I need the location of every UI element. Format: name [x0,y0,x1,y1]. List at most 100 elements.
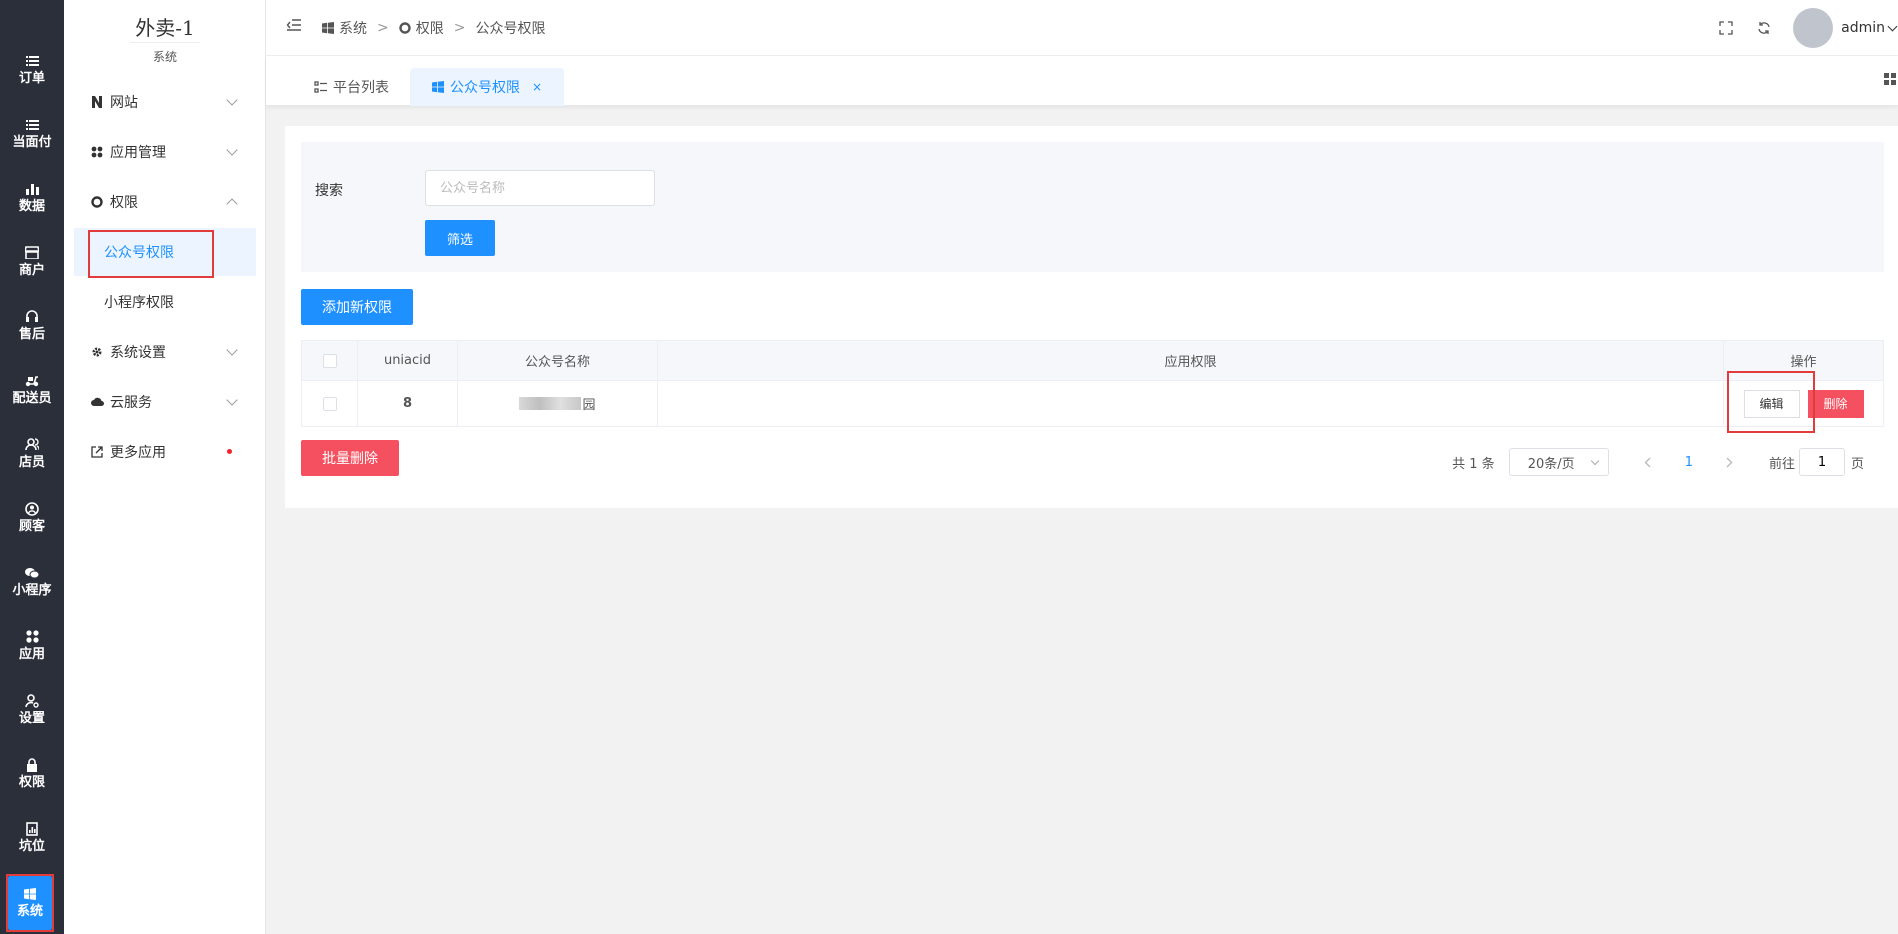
prev-page-icon[interactable] [1641,455,1655,469]
menu-item-official-account-permissions[interactable]: 公众号权限 [74,228,256,278]
menu-item-label: 权限 [110,195,138,211]
tab-official-account-permissions[interactable]: 公众号权限 × [410,68,565,106]
delete-button[interactable]: 删除 [1807,389,1864,418]
menu-item-label: 网站 [110,95,138,111]
breadcrumb-separator: > [453,20,466,36]
menu-item-label: 系统设置 [110,345,166,361]
rail-label: 商户 [18,262,45,278]
name-value: 园 [519,394,596,413]
rail-item-slot[interactable]: 坑位 [0,808,64,868]
chevron-down-icon [1590,456,1599,465]
name-suffix: 园 [582,397,596,413]
breadcrumb-item-system[interactable]: 系统 [322,18,367,38]
page-size-select[interactable]: 20条/页 [1508,448,1609,476]
goto-page-input[interactable] [1798,448,1845,476]
tab-bar: 平台列表 公众号权限 × [266,56,1898,106]
fullscreen-icon[interactable] [1717,19,1735,37]
breadcrumb-item-current: 公众号权限 [475,18,545,38]
page-number-current[interactable]: 1 [1685,455,1693,470]
rail-label: 当面付 [12,134,52,150]
rail-item-orders[interactable]: 订单 [0,40,64,100]
icon-rail: 订单 当面付 数据 商户 售后 配送员 店员 顾客 小程序 应用 设置 权限 坑… [0,0,64,934]
tab-label: 公众号权限 [450,80,520,96]
store-icon [25,246,39,260]
rail-item-customer[interactable]: 顾客 [0,488,64,548]
rail-label: 订单 [18,70,45,86]
page-suffix: 页 [1850,456,1864,472]
uniacid-cell: 8 [357,380,458,427]
list-icon [25,54,39,68]
total-count: 共 1 条 [1452,456,1495,472]
menu-item-label: 云服务 [110,395,152,411]
chevron-down-icon [226,144,238,156]
search-input[interactable] [425,170,655,206]
name-cell: 园 [457,380,658,427]
rail-item-courier[interactable]: 配送员 [0,360,64,420]
row-select-cell [301,380,358,427]
bar-chart-icon [25,182,39,196]
refresh-icon[interactable] [1755,19,1773,37]
menu-collapse-icon[interactable] [286,18,304,36]
select-all-cell [301,340,358,381]
rail-label: 小程序 [12,582,52,598]
tab-label: 平台列表 [333,80,389,96]
rail-label: 坑位 [18,838,45,854]
column-header-uniacid[interactable]: uniacid [357,340,458,381]
user-settings-icon [25,693,39,708]
rail-label: 配送员 [12,390,52,406]
rail-item-miniprogram[interactable]: 小程序 [0,552,64,612]
menu-item-cloud-service[interactable]: 云服务 [74,378,256,426]
select-all-checkbox[interactable] [322,353,337,368]
rail-item-data[interactable]: 数据 [0,168,64,228]
tab-platform-list[interactable]: 平台列表 [292,68,411,106]
menu-item-system-settings[interactable]: 系统设置 [74,328,256,376]
edit-button[interactable]: 编辑 [1743,389,1800,418]
menu-item-permissions[interactable]: 权限 [74,178,256,226]
rail-item-facepay[interactable]: 当面付 [0,104,64,164]
breadcrumb-label: 权限 [415,21,444,37]
add-permission-button[interactable]: 添加新权限 [301,289,413,325]
windows-icon [432,81,444,93]
menu-item-website[interactable]: 网站 [74,78,256,126]
search-panel: 搜索 筛选 [301,142,1884,272]
username[interactable]: admin [1841,20,1885,36]
redacted-block [519,396,582,410]
filter-button[interactable]: 筛选 [425,220,495,256]
rail-label: 店员 [18,454,45,470]
close-icon[interactable]: × [532,80,542,94]
menu-subtitle: 系统 [64,42,266,65]
grid-icon[interactable] [1884,72,1898,86]
batch-delete-button[interactable]: 批量删除 [301,440,399,476]
menu-item-miniprogram-permissions[interactable]: 小程序权限 [74,278,256,326]
avatar[interactable] [1793,8,1834,48]
external-link-icon [90,445,104,459]
rail-label: 数据 [18,198,45,214]
row-checkbox[interactable] [322,396,337,411]
brand-title: 外卖-1 [135,16,195,40]
rail-item-apps[interactable]: 应用 [0,616,64,676]
apps-icon [90,145,104,159]
menu-item-app-management[interactable]: 应用管理 [74,128,256,176]
rail-item-aftersale[interactable]: 售后 [0,296,64,356]
column-header-name[interactable]: 公众号名称 [457,340,658,381]
breadcrumb-label: 系统 [339,21,367,37]
rail-item-system[interactable]: 系统 [6,874,54,932]
table-header-row: uniacid 公众号名称 应用权限 操作 [301,340,1884,381]
n-icon [90,95,104,109]
lock-icon [25,757,39,772]
next-page-icon[interactable] [1723,455,1737,469]
gear-icon [90,345,104,359]
rail-item-permissions[interactable]: 权限 [0,744,64,804]
menu-item-more-apps[interactable]: 更多应用 [74,428,256,476]
chevron-down-icon[interactable] [1887,21,1898,31]
breadcrumb-item-permissions[interactable]: 权限 [399,18,444,38]
notification-dot [227,449,232,454]
rail-label: 应用 [18,646,45,662]
rail-item-merchant[interactable]: 商户 [0,232,64,292]
user-group-icon [25,438,39,452]
rail-item-staff[interactable]: 店员 [0,424,64,484]
column-header-permissions[interactable]: 应用权限 [657,340,1724,381]
header-actions: admin [1717,0,1898,56]
rail-item-settings[interactable]: 设置 [0,680,64,740]
windows-icon [23,887,37,901]
